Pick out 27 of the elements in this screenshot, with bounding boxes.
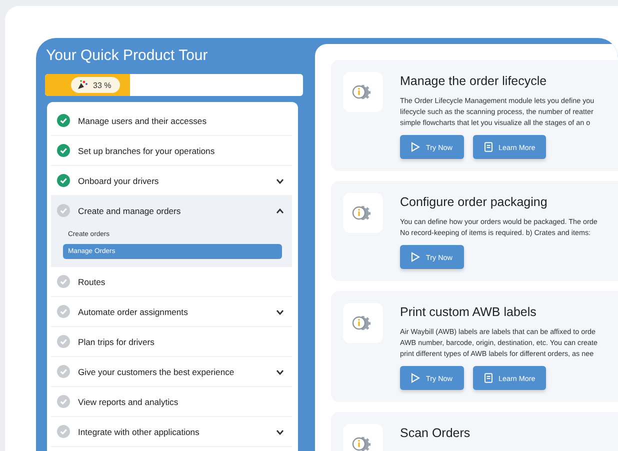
chevron-up-icon (276, 208, 284, 214)
card-title: Scan Orders (400, 426, 470, 440)
card-title: Print custom AWB labels (400, 305, 538, 319)
step-item[interactable]: Onboard your drivers (51, 166, 292, 195)
step-item[interactable]: Routes (51, 267, 292, 296)
step-item[interactable]: Create and manage orders (51, 196, 292, 225)
step-item[interactable]: Give your customers the best experience (51, 357, 292, 386)
confetti-icon (77, 80, 88, 90)
step-item[interactable]: Plan trips for drivers (51, 327, 292, 356)
chevron-down-icon (276, 308, 284, 314)
document-icon (484, 373, 492, 383)
document-icon (484, 142, 492, 152)
step-item[interactable]: Manage users and their accesses (51, 106, 292, 135)
card-title: Manage the order lifecycle (400, 74, 548, 88)
play-icon (411, 252, 420, 262)
card-title: Configure order packaging (400, 195, 548, 209)
chevron-down-icon (276, 368, 284, 374)
progress-percent: 33 % (93, 80, 112, 90)
tour-title: Your Quick Product Tour (46, 47, 209, 64)
chevron-down-icon (276, 178, 284, 184)
play-icon (411, 373, 420, 383)
chevron-down-icon (276, 428, 284, 434)
step-item[interactable]: Automate order assignments (51, 297, 292, 326)
step-item[interactable]: Set up branches for your operations (51, 136, 292, 165)
step-item[interactable]: View reports and analytics (51, 387, 292, 416)
play-icon (411, 142, 420, 152)
step-item[interactable]: Integrate with other applications (51, 417, 292, 446)
